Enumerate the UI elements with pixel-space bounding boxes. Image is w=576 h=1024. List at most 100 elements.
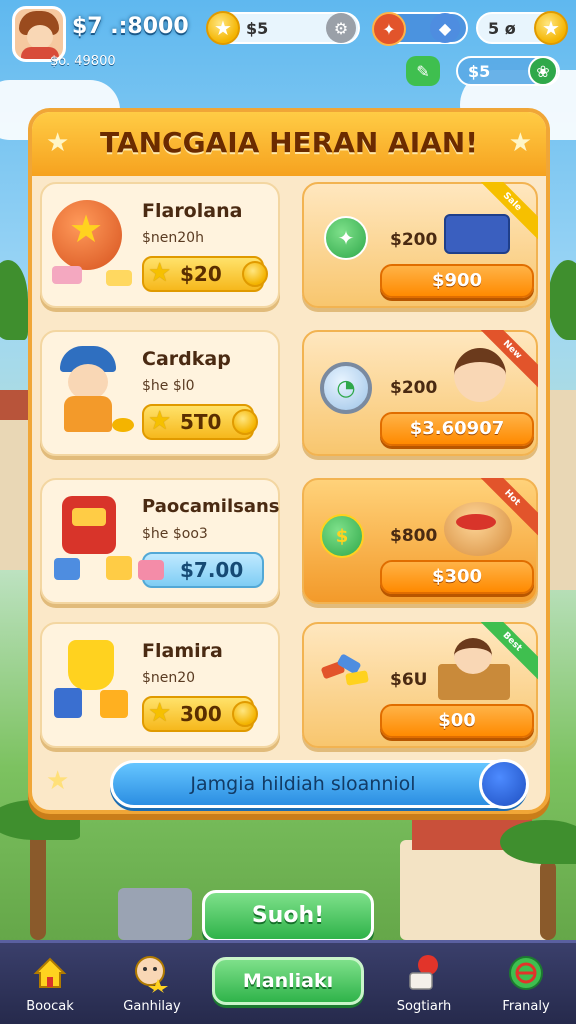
item-subtitle: $nen20 (142, 670, 196, 686)
offer-price: $800 (390, 526, 438, 546)
star-coin-icon: ★ (206, 11, 240, 45)
price-label: 300 (180, 702, 222, 726)
palm-leaf (0, 260, 28, 340)
main-action-label: Suoh! (251, 903, 325, 928)
settings-cog-icon[interactable]: ⚙ (326, 13, 356, 43)
nav-item-home[interactable]: Boocak (0, 951, 100, 1023)
item-name: Flarolana (142, 200, 243, 222)
coin-icon (232, 409, 258, 435)
trophy-blocks-icon (68, 640, 114, 690)
stopwatch-icon: ◔ (320, 362, 372, 414)
star-coin-icon: ★ (534, 11, 568, 45)
house-left (0, 400, 30, 570)
buy-button-label: $3.60907 (409, 418, 505, 439)
nav-center-button[interactable]: Manliakı (212, 957, 364, 1005)
coin-icon (232, 701, 258, 727)
arrows-box-icon (320, 653, 372, 688)
ribbon-label: Hot (478, 478, 538, 538)
gem-counter[interactable]: ✦ ◆ (372, 12, 468, 46)
gem-value: 5 ø (488, 19, 516, 38)
house-right (548, 390, 576, 590)
info-banner-text: Jamgia hildiah sloanniol (190, 773, 416, 795)
shop-item-card[interactable]: Cardkap $he $l0 ★ 5T0 (40, 330, 280, 456)
star-icon: ★ (508, 128, 532, 158)
star-icon: ★ (46, 766, 70, 796)
item-subtitle: $nen20h (142, 230, 204, 246)
price-button[interactable]: $7.00 (138, 552, 264, 588)
level-counter[interactable]: 5 ø ★ (476, 11, 568, 45)
blue-block (54, 558, 80, 580)
nav-label: Franaly (502, 999, 550, 1014)
coin-icon (112, 418, 134, 432)
gem-icon (138, 560, 164, 580)
palm-tree (540, 860, 556, 940)
star-icon: ★ (148, 258, 172, 288)
item-subtitle: $he $l0 (142, 378, 195, 394)
hammer-icon[interactable]: ✎ (406, 56, 440, 86)
badge-value: $5 (468, 62, 491, 81)
star-chest-icon: ★ (52, 200, 122, 270)
buy-button[interactable]: $3.60907 (380, 412, 534, 446)
price-label: $7.00 (180, 558, 244, 582)
price-button[interactable]: ★ 300 (142, 696, 258, 732)
nav-item-characters[interactable]: Ganhilay (102, 951, 202, 1023)
shop-offer-card[interactable]: ◔ $200 $3.60907 New (302, 330, 538, 456)
shop-offer-card[interactable]: $6U $00 Best (302, 622, 538, 748)
shop-panel: ★ TANCGAIA HERAN AIAN! ★ ★ Flarolana $ne… (28, 108, 550, 814)
buy-button-label: $00 (438, 710, 476, 731)
main-action-button[interactable]: Suoh! (202, 890, 374, 942)
price-label: 5T0 (180, 410, 222, 434)
item-subtitle: $he $oo3 (142, 526, 208, 542)
shop-item-card[interactable]: ★ Flarolana $nen20h ★ $20 (40, 182, 280, 308)
bonus-badge-icon: ✦ (324, 216, 368, 260)
buy-button[interactable]: $300 (380, 560, 534, 594)
cash-bonus-icon: $ (320, 514, 364, 558)
orange-block (100, 690, 128, 718)
sale-ribbon: Sale (478, 182, 538, 242)
new-ribbon: New (478, 330, 538, 390)
shop-offer-card[interactable]: ✦ $200 $900 Sale (302, 182, 538, 308)
info-round-button[interactable] (479, 759, 529, 809)
shop-item-card[interactable]: Paocamilsans $he $oo3 $7.00 (40, 478, 280, 604)
buy-button[interactable]: $00 (380, 704, 534, 738)
yellow-block (106, 556, 132, 580)
machine-box (118, 888, 192, 940)
nav-item-gifts[interactable]: Sogtiarh (374, 951, 474, 1023)
robot-toy-icon (62, 496, 116, 554)
palm-leaf (548, 260, 576, 340)
ribbon-label: Best (478, 622, 538, 682)
star-icon: ★ (148, 406, 172, 436)
home-icon (33, 957, 67, 988)
buy-button-label: $900 (431, 270, 483, 291)
best-ribbon: Best (478, 622, 538, 682)
nav-center-label: Manliakı (242, 970, 334, 992)
gift-balloon-icon (409, 955, 438, 990)
badge-icon: ✦ (372, 12, 406, 46)
shop-item-card[interactable]: Flamira $nen20 ★ 300 (40, 622, 280, 748)
info-banner[interactable]: Jamgia hildiah sloanniol (110, 759, 529, 809)
item-name: Paocamilsans (142, 496, 280, 517)
offer-price: $6U (390, 670, 428, 690)
buy-button[interactable]: $900 (380, 264, 534, 298)
top-hud: $7 .:8000 $o. 49800 ★ $5 ⚙ ✦ ◆ 5 ø ★ ✎ $… (0, 0, 576, 100)
price-label: $20 (180, 262, 222, 286)
offer-price: $200 (390, 230, 438, 250)
shop-offer-card[interactable]: $ $800 $300 Hot (302, 478, 538, 604)
item-name: Cardkap (142, 348, 231, 370)
buy-button-label: $300 (431, 566, 483, 587)
sub-money-amount: $o. 49800 (50, 54, 116, 69)
offer-price: $200 (390, 378, 438, 398)
gem-block (52, 266, 82, 284)
stars-value: $5 (246, 19, 269, 38)
money-amount: $7 .:8000 (72, 14, 189, 39)
worker-body (64, 396, 112, 432)
palm-tree (30, 830, 46, 940)
price-button[interactable]: ★ $20 (142, 256, 268, 292)
stars-counter[interactable]: ★ $5 ⚙ (206, 11, 360, 45)
nav-item-world[interactable]: Franaly (476, 951, 576, 1023)
badge-counter[interactable]: $5 ❀ (456, 56, 560, 86)
hot-ribbon: Hot (478, 478, 538, 538)
price-button[interactable]: ★ 5T0 (142, 404, 258, 440)
blue-block (54, 688, 82, 718)
character-star-icon (135, 956, 168, 993)
